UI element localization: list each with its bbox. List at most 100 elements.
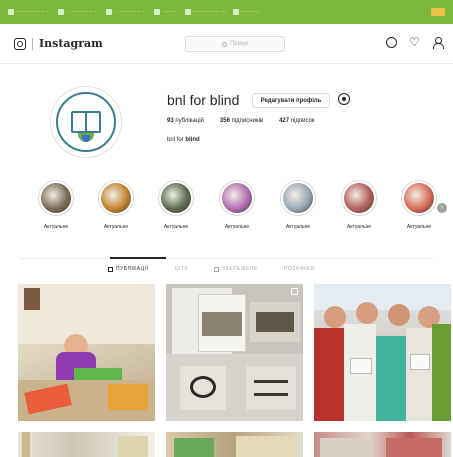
search-placeholder: Пошук [229, 41, 249, 47]
bookmark-icon [184, 9, 191, 15]
followers-value: 356 [219, 118, 230, 124]
grid-icon [108, 266, 113, 272]
bookmark-icon [8, 9, 14, 15]
home-link[interactable]: Instagram [14, 37, 103, 50]
embroidery-shape [320, 438, 370, 457]
highlight-item[interactable]: Актуальне [272, 180, 324, 230]
frame-shape [22, 432, 30, 457]
profile-full-name: bnl for blind [167, 137, 200, 143]
green-dress-shape [432, 324, 451, 421]
profile-avatar[interactable] [50, 86, 122, 158]
posts-count[interactable]: 93 публікацій [167, 118, 204, 124]
compass-icon[interactable] [386, 37, 397, 48]
search-icon [221, 41, 227, 47]
highlight-cover [401, 180, 437, 216]
bookmark-item[interactable]: ·· ·········· · · [105, 9, 148, 15]
highlight-label: Актуальне [224, 224, 250, 230]
highlight-cover [219, 180, 255, 216]
followers-count[interactable]: 356 підписників [220, 118, 263, 124]
tab-posts[interactable]: ПУБЛІКАЦІЇ [108, 266, 148, 272]
object-shape [118, 436, 148, 457]
heart-icon[interactable]: ♡ [409, 36, 420, 48]
highlight-cover [158, 180, 194, 216]
bookmark-label: ··· ···· [162, 9, 179, 15]
highlight-image [222, 183, 252, 213]
profile-icon[interactable] [432, 37, 444, 49]
highlight-image [41, 183, 71, 213]
chevron-right-icon[interactable]: › [437, 203, 447, 213]
highlight-cover [98, 180, 134, 216]
bookmark-label: ··· ········· ··· [193, 9, 227, 15]
bookmark-icon [105, 9, 112, 15]
following-value: 427 [279, 118, 290, 124]
post-thumbnail[interactable] [166, 284, 303, 421]
profile-stats: 93 публікацій 356 підписників 427 підпис… [167, 118, 315, 124]
building-print-shape [202, 312, 242, 336]
following-label: підписок [290, 118, 315, 124]
bookmark-icon [57, 9, 64, 15]
tab-label: ЗБЕРЕЖЕНЕ [222, 266, 258, 272]
multiple-images-icon [291, 288, 298, 295]
poster-shape [24, 288, 40, 310]
highlight-item[interactable]: Актуальне [90, 180, 142, 230]
following-count[interactable]: 427 підписок [279, 118, 314, 124]
green-object-shape [174, 438, 214, 457]
paper-shape [236, 436, 296, 457]
bookmark-item[interactable]: ··· ········· ··· [184, 9, 227, 15]
folder-icon[interactable] [431, 8, 445, 16]
highlight-label: Актуальне [163, 224, 189, 230]
tab-saved[interactable]: ЗБЕРЕЖЕНЕ [214, 266, 258, 272]
highlight-item[interactable]: Актуальне [333, 180, 385, 230]
person-face-shape [324, 306, 346, 328]
edit-profile-button[interactable]: Редагувати профіль [252, 93, 330, 108]
highlight-cover [280, 180, 316, 216]
bookmark-icon [232, 9, 239, 15]
teal-dress-shape [376, 336, 406, 421]
full-name-prefix: bnl for [167, 137, 184, 143]
bookmark-icon [153, 9, 160, 15]
search-input[interactable]: Пошук [185, 36, 285, 52]
tab-igtv[interactable]: IGTV [174, 266, 188, 272]
highlight-label: Актуальне [103, 224, 129, 230]
red-dress-shape [314, 328, 344, 421]
bookmark-label: ··· ·········· · · [17, 9, 52, 15]
highlight-item[interactable]: Актуальне [211, 180, 263, 230]
certificate-shape [350, 358, 372, 374]
post-thumbnail[interactable] [314, 284, 451, 421]
post-thumbnail[interactable] [314, 432, 451, 457]
nav-icons: ♡ [386, 36, 444, 49]
bookmark-item[interactable]: ··· ·········· · · [8, 9, 52, 15]
highlight-label: Актуальне [346, 224, 372, 230]
post-thumbnail[interactable] [18, 432, 155, 457]
building-print-shape [254, 380, 288, 396]
library-logo [56, 92, 116, 152]
bookmark-item[interactable]: ··· ···· [153, 9, 179, 15]
highlight-cover [341, 180, 377, 216]
bookmark-item[interactable]: ·· ·········· · · [57, 9, 100, 15]
posts-label: публікацій [175, 118, 204, 124]
post-thumbnail[interactable] [18, 284, 155, 421]
highlight-item[interactable]: Актуальне [30, 180, 82, 230]
tab-label: ПОЗНАЧКИ [283, 266, 315, 272]
yellow-book-shape [108, 384, 148, 410]
bookmarks-bar: ··· ·········· · · ·· ·········· · · ·· … [0, 0, 453, 24]
post-thumbnail[interactable] [166, 432, 303, 457]
highlight-item[interactable]: Актуальне [150, 180, 202, 230]
tab-tagged[interactable]: ПОЗНАЧКИ [284, 266, 315, 272]
instagram-camera-icon [14, 37, 26, 50]
top-nav: Instagram Пошук ♡ [0, 24, 453, 64]
book-icon [71, 111, 101, 133]
logo-divider [32, 37, 33, 50]
highlight-label: Актуальне [285, 224, 311, 230]
active-tab-indicator [110, 257, 166, 259]
embroidery-shape [386, 438, 442, 457]
settings-gear-icon[interactable] [338, 93, 350, 105]
tabs-divider [20, 258, 433, 259]
profile-username: bnl for blind [167, 92, 240, 108]
tab-label: IGTV [174, 266, 189, 272]
posts-value: 93 [167, 118, 174, 124]
bookmark-label: ·· ·········· · · [114, 9, 148, 15]
highlight-cover [38, 180, 74, 216]
bookmark-label: ········· [241, 9, 260, 15]
bookmark-item[interactable]: ········· [232, 9, 260, 15]
